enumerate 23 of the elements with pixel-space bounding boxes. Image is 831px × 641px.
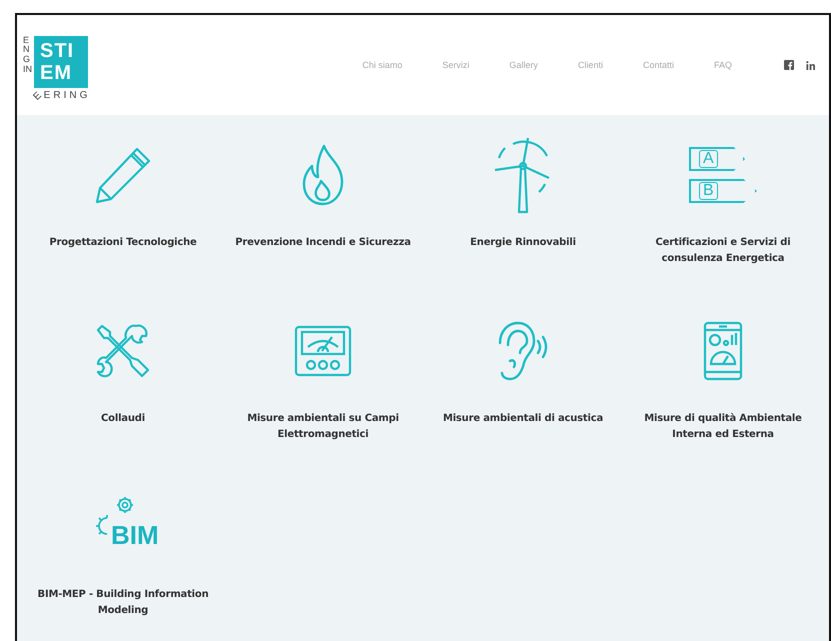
service-title[interactable]: BIM-MEP - Building Information Modeling [24,587,222,619]
service-title[interactable]: Prevenzione Incendi e Sicurezza [235,235,411,251]
service-title[interactable]: Misure di qualità Ambientale Interna ed Esterna [624,411,822,443]
service-title[interactable]: Collaudi [101,411,145,427]
flame-icon [300,144,346,206]
pencil-icon [93,145,153,205]
logo-text: ERING [44,90,90,100]
tablet-gauge-icon [703,321,743,381]
service-title[interactable]: Certificazioni e Servizi di consulenza Energetica [624,235,822,267]
service-title[interactable]: Misure ambientali di acustica [442,411,604,427]
linkedin-icon[interactable] [806,60,815,70]
tools-icon [94,322,152,380]
facebook-icon[interactable] [784,60,794,70]
logo-text: STI [40,40,76,62]
meter-icon [294,325,352,377]
service-title[interactable]: Misure ambientali su Campi Elettromagnetici [224,411,422,443]
logo-text: EM [40,62,73,84]
service-title[interactable]: Energie Rinnovabili [470,235,576,251]
icon-letter: B [699,182,718,200]
bim-text: BIM [111,520,159,551]
logo-text: ENGIN [23,36,32,76]
service-title[interactable]: Progettazioni Tecnologiche [49,235,197,251]
icon-letter: A [699,150,718,168]
